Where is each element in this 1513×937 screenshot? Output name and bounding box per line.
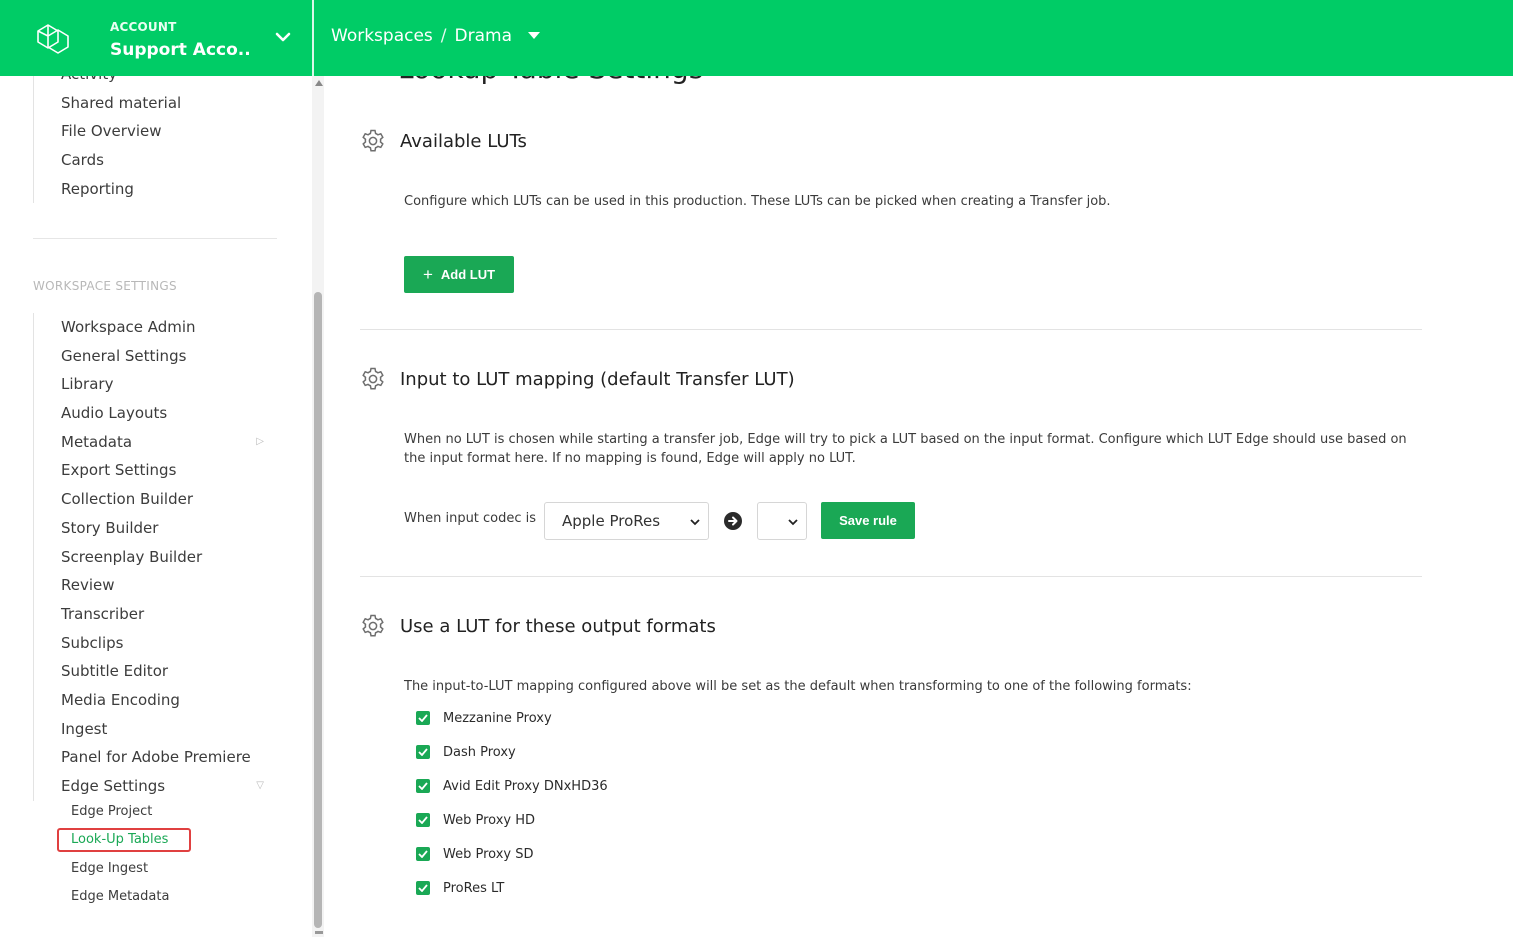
sidebar-subitem-edge-ingest[interactable]: Edge Ingest (33, 855, 273, 883)
sidebar-item-subtitle-editor[interactable]: Subtitle Editor (34, 657, 274, 686)
gear-icon (362, 367, 384, 390)
sidebar-scrollbar[interactable] (312, 76, 324, 937)
section-description: When no LUT is chosen while starting a t… (404, 432, 1407, 466)
breadcrumb-workspaces-link[interactable]: Workspaces (331, 26, 433, 46)
sidebar-edge-subnav: Edge Project Look-Up Tables Edge Ingest … (33, 798, 273, 911)
section-title: Available LUTs (400, 130, 527, 152)
section-header: Input to LUT mapping (default Transfer L… (360, 366, 795, 392)
add-lut-label: Add LUT (440, 267, 496, 282)
plus-icon: + (422, 265, 433, 284)
sidebar-section-title: WORKSPACE SETTINGS (33, 279, 177, 293)
sidebar-item-transcriber[interactable]: Transcriber (34, 600, 274, 629)
sidebar-item-edge-settings[interactable]: Edge Settings ▽ (34, 772, 274, 801)
sidebar-item-collection-builder[interactable]: Collection Builder (34, 485, 274, 514)
sidebar-item-cards[interactable]: Cards (34, 146, 274, 175)
sidebar-item-subclips[interactable]: Subclips (34, 629, 274, 658)
arrow-right-icon (724, 512, 742, 530)
chevron-down-icon (788, 519, 798, 526)
main-content: Lookup Table Settings Available LUTs Con… (324, 76, 1513, 937)
sidebar-top-nav: Activity Shared material File Overview C… (33, 76, 274, 204)
sidebar-item-library[interactable]: Library (34, 370, 274, 399)
add-lut-button[interactable]: + Add LUT (404, 256, 514, 293)
sidebar-item-general-settings[interactable]: General Settings (34, 342, 274, 371)
sidebar-item-label: Edge Settings (61, 777, 166, 795)
format-label: Mezzanine Proxy (443, 710, 552, 726)
section-header: Available LUTs (360, 128, 527, 154)
section-divider (360, 329, 1422, 330)
rule-label: When input codec is (404, 511, 537, 526)
section-description: Configure which LUTs can be used in this… (404, 194, 1111, 209)
checkbox-checked-icon[interactable] (416, 813, 430, 827)
sidebar-subitem-look-up-tables[interactable]: Look-Up Tables (33, 826, 273, 854)
section-description: The input-to-LUT mapping configured abov… (404, 679, 1192, 694)
sidebar-item-activity[interactable]: Activity (34, 76, 274, 89)
format-checkbox-row[interactable]: Web Proxy SD (416, 844, 533, 864)
expand-down-icon: ▽ (256, 780, 264, 791)
sidebar-settings-nav: Workspace Admin General Settings Library… (33, 313, 274, 801)
expand-right-icon: ▷ (256, 435, 264, 447)
format-label: Avid Edit Proxy DNxHD36 (443, 778, 608, 794)
sidebar: Activity Shared material File Overview C… (0, 76, 312, 937)
sidebar-subitem-edge-project[interactable]: Edge Project (33, 798, 273, 826)
breadcrumb: Workspaces / Drama (331, 26, 540, 46)
sidebar-divider (33, 238, 277, 239)
format-checkbox-row[interactable]: Web Proxy HD (416, 810, 535, 830)
account-label: ACCOUNT (110, 20, 177, 34)
format-checkbox-row[interactable]: ProRes LT (416, 878, 504, 898)
sidebar-item-ingest[interactable]: Ingest (34, 715, 274, 744)
sidebar-item-label: Metadata (61, 432, 133, 451)
format-checkbox-row[interactable]: Dash Proxy (416, 742, 516, 762)
scroll-up-arrow-icon[interactable] (315, 80, 323, 86)
input-codec-select[interactable]: Apple ProRes (544, 502, 709, 540)
account-name: Support Acco... (110, 40, 250, 60)
caret-down-icon[interactable] (528, 32, 540, 40)
page-title: Lookup Table Settings (398, 76, 703, 85)
sidebar-item-media-encoding[interactable]: Media Encoding (34, 686, 274, 715)
sidebar-item-export-settings[interactable]: Export Settings (34, 456, 274, 485)
sidebar-item-panel-adobe-premiere[interactable]: Panel for Adobe Premiere (34, 743, 274, 772)
chevron-down-icon[interactable] (274, 30, 292, 44)
checkbox-checked-icon[interactable] (416, 779, 430, 793)
section-divider (360, 576, 1422, 577)
lut-select[interactable] (757, 502, 807, 540)
breadcrumb-current-workspace[interactable]: Drama (455, 26, 512, 46)
sidebar-item-reporting[interactable]: Reporting (34, 175, 274, 204)
scroll-thumb[interactable] (314, 292, 322, 928)
section-header: Use a LUT for these output formats (360, 613, 716, 639)
account-switcher[interactable]: ACCOUNT Support Acco... (0, 0, 312, 76)
format-label: Web Proxy SD (443, 846, 534, 862)
sidebar-item-screenplay-builder[interactable]: Screenplay Builder (34, 543, 274, 572)
checkbox-checked-icon[interactable] (416, 881, 430, 895)
gear-icon (362, 614, 384, 637)
format-label: Web Proxy HD (443, 812, 536, 828)
sidebar-item-workspace-admin[interactable]: Workspace Admin (34, 313, 274, 342)
breadcrumb-separator: / (440, 26, 447, 46)
sidebar-item-audio-layouts[interactable]: Audio Layouts (34, 399, 274, 428)
checkbox-checked-icon[interactable] (416, 847, 430, 861)
sidebar-subitem-edge-metadata[interactable]: Edge Metadata (33, 883, 273, 911)
checkbox-checked-icon[interactable] (416, 711, 430, 725)
format-checkbox-row[interactable]: Mezzanine Proxy (416, 708, 552, 728)
chevron-down-icon (690, 519, 700, 526)
top-bar: ACCOUNT Support Acco... Workspaces / Dra… (0, 0, 1513, 76)
section-title: Use a LUT for these output formats (400, 615, 716, 637)
format-label: ProRes LT (443, 880, 505, 896)
workspace-logo-icon (37, 24, 69, 54)
sidebar-item-review[interactable]: Review (34, 571, 274, 600)
sidebar-item-metadata[interactable]: Metadata ▷ (34, 428, 274, 457)
format-label: Dash Proxy (443, 744, 516, 760)
sidebar-item-file-overview[interactable]: File Overview (34, 117, 274, 146)
section-title: Input to LUT mapping (default Transfer L… (400, 368, 795, 390)
format-checkbox-row[interactable]: Avid Edit Proxy DNxHD36 (416, 776, 608, 796)
scroll-down-arrow-icon[interactable] (315, 931, 323, 934)
sidebar-item-story-builder[interactable]: Story Builder (34, 514, 274, 543)
sidebar-item-shared-material[interactable]: Shared material (34, 89, 274, 118)
input-codec-value: Apple ProRes (562, 512, 661, 530)
save-rule-button[interactable]: Save rule (821, 502, 915, 539)
checkbox-checked-icon[interactable] (416, 745, 430, 759)
gear-icon (362, 129, 384, 152)
topbar-divider (312, 0, 314, 76)
